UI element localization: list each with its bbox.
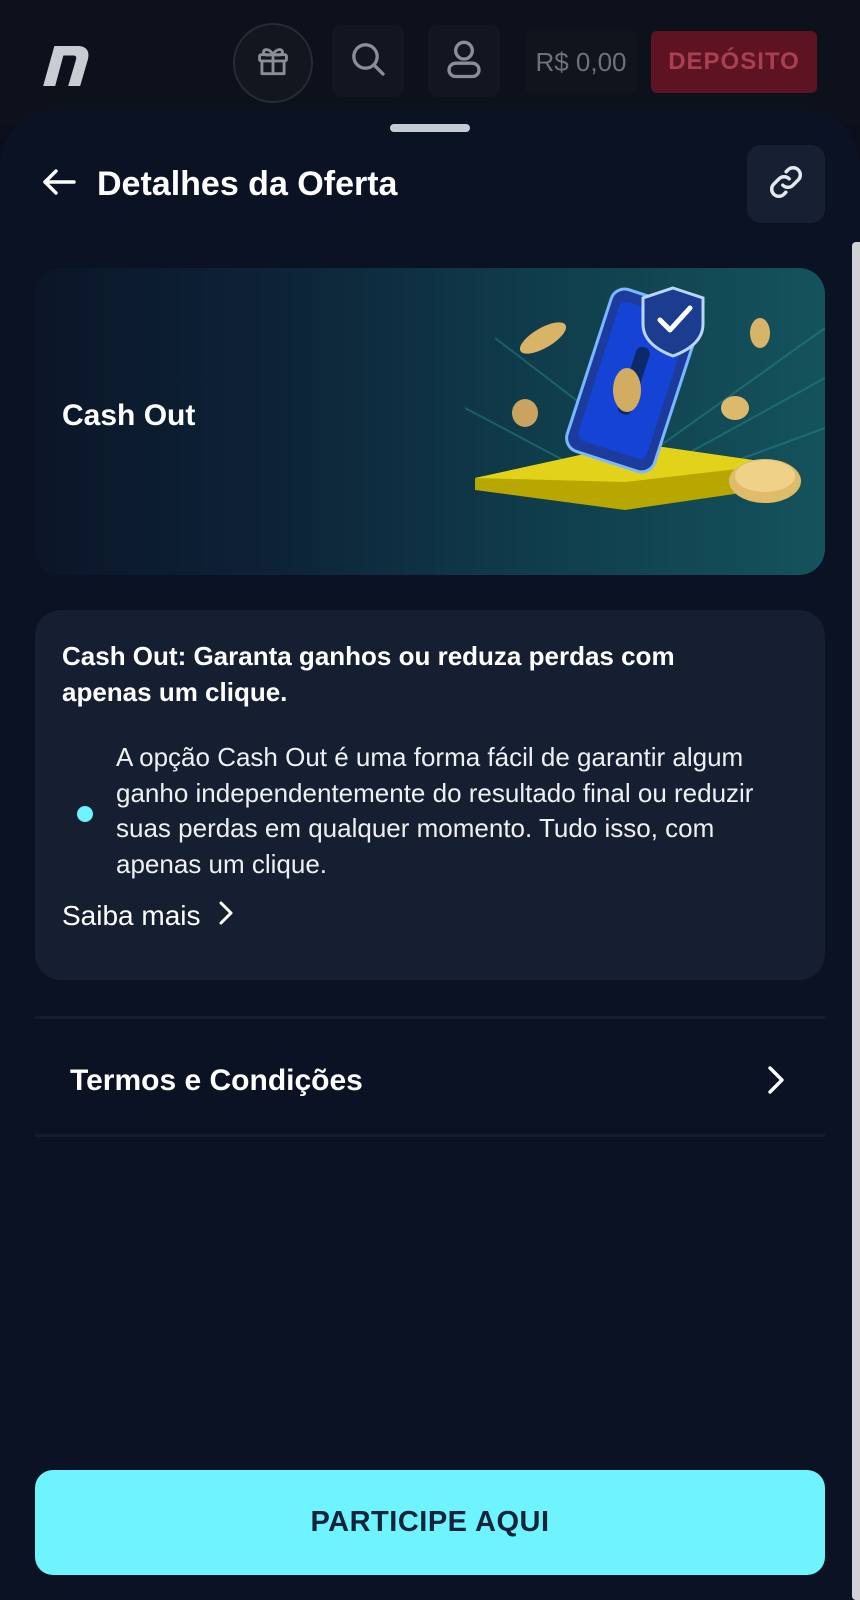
bullet-dot xyxy=(77,806,93,822)
profile-button[interactable] xyxy=(428,25,500,97)
search-button[interactable] xyxy=(332,25,404,97)
banner-title: Cash Out xyxy=(62,399,196,432)
offer-details-sheet: Detalhes da Oferta Cash Out Cash Out: Ga… xyxy=(0,110,860,1600)
chevron-right-icon xyxy=(219,900,233,932)
terms-label: Termos e Condições xyxy=(70,1063,363,1097)
divider xyxy=(35,1016,825,1019)
gift-button[interactable] xyxy=(233,23,313,103)
learn-more-link[interactable]: Saiba mais xyxy=(62,900,233,932)
participate-button[interactable]: PARTICIPE AQUI xyxy=(35,1470,825,1575)
sheet-header: Detalhes da Oferta xyxy=(0,145,860,225)
sheet-grabber[interactable] xyxy=(390,124,470,132)
top-app-bar: R$ 0,00 DEPÓSITO xyxy=(0,0,860,125)
offer-description: A opção Cash Out é uma forma fácil de ga… xyxy=(116,742,754,879)
page-title: Detalhes da Oferta xyxy=(97,165,398,203)
balance-display[interactable]: R$ 0,00 xyxy=(525,31,637,93)
copy-link-button[interactable] xyxy=(747,145,825,223)
chevron-right-icon xyxy=(767,1065,785,1100)
learn-more-label: Saiba mais xyxy=(62,900,201,931)
terms-and-conditions-row[interactable]: Termos e Condições xyxy=(35,1023,825,1138)
user-icon xyxy=(444,37,484,86)
scrollbar[interactable] xyxy=(852,242,860,1600)
offer-title: Cash Out: Garanta ganhos ou reduza perda… xyxy=(62,641,675,707)
offer-banner: Cash Out xyxy=(35,268,825,575)
gift-icon xyxy=(254,42,292,85)
cash-out-illustration xyxy=(464,286,825,510)
divider xyxy=(35,1134,825,1137)
n-logo-icon[interactable] xyxy=(40,40,92,88)
deposit-button[interactable]: DEPÓSITO xyxy=(651,31,817,93)
offer-card: Cash Out: Garanta ganhos ou reduza perda… xyxy=(35,610,825,980)
search-icon xyxy=(348,39,388,84)
link-icon xyxy=(767,163,805,206)
back-button[interactable] xyxy=(38,163,80,205)
arrow-left-icon xyxy=(41,167,77,202)
